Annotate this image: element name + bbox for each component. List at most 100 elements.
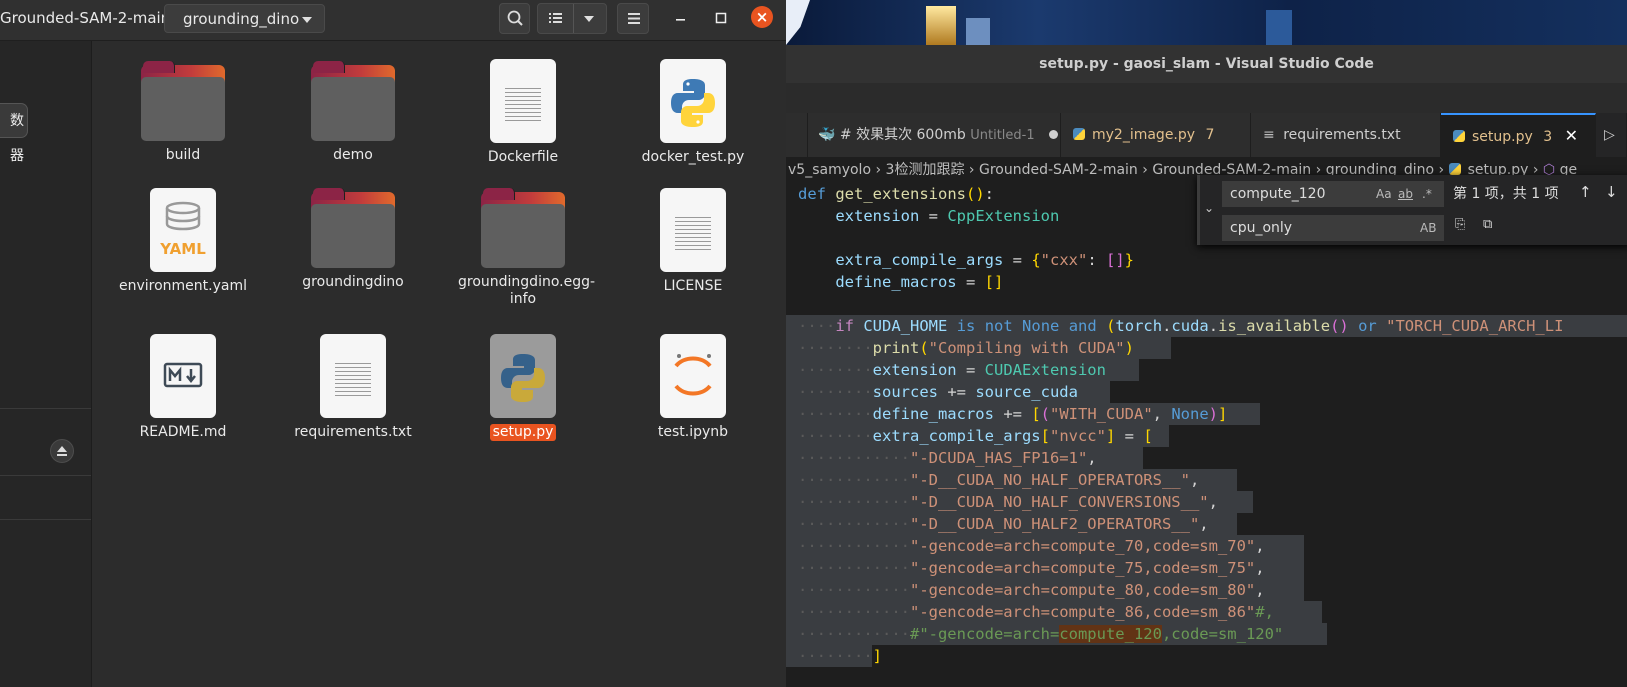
match-case-icon[interactable]: Aa	[1376, 181, 1392, 207]
code-line: ············"-gencode=arch=compute_75,co…	[798, 559, 1265, 577]
tab-setup-py[interactable]: setup.py 3 ✕	[1441, 113, 1596, 157]
code-line: extra_compile_args = {"cxx": []}	[835, 251, 1135, 269]
tab-label: requirements.txt	[1283, 127, 1401, 143]
python-icon	[1073, 128, 1085, 140]
file-item-dockerfile[interactable]: Dockerfile	[448, 59, 598, 166]
python-icon	[1453, 130, 1465, 142]
file-name: docker_test.py	[641, 149, 745, 165]
code-line: define_macros = []	[835, 273, 1004, 291]
replace-input[interactable]: cpu_only AB	[1222, 215, 1444, 241]
file-item-license[interactable]: LICENSE	[618, 188, 768, 295]
regex-icon[interactable]: .*	[1422, 181, 1432, 207]
code-line: ········sources += source_cuda	[798, 383, 1078, 401]
list-view-icon	[549, 13, 562, 23]
problem-count-badge: 7	[1205, 127, 1215, 143]
chevron-right-icon: ›	[875, 162, 882, 178]
breadcrumb-segment[interactable]: v5_samyolo	[788, 162, 871, 178]
maximize-button[interactable]	[710, 7, 732, 29]
play-icon: ▷	[1604, 127, 1615, 143]
file-manager-window: Grounded-SAM-2-main grounding_dino × 数器 …	[0, 0, 786, 687]
tab-overflow	[786, 113, 808, 157]
close-tab-icon[interactable]: ✕	[1565, 126, 1578, 145]
sidebar-tooltip: 数器	[0, 103, 28, 164]
code-line: ············"-DCUDA_HAS_FP16=1",	[798, 449, 1097, 467]
breadcrumb-parent[interactable]: Grounded-SAM-2-main	[0, 4, 170, 33]
next-match-icon[interactable]: ↓	[1605, 183, 1618, 201]
tab-requirements[interactable]: ≡ requirements.txt	[1251, 113, 1441, 157]
yaml-file-icon: YAML	[150, 188, 216, 272]
file-item-docker-test[interactable]: docker_test.py	[618, 59, 768, 166]
jupyter-file-icon	[660, 334, 726, 418]
code-line: ········define_macros += [("WITH_CUDA", …	[798, 405, 1228, 423]
tab-label: # 效果其次 600mb	[839, 127, 966, 143]
svg-text:YAML: YAML	[159, 240, 206, 258]
menu-button[interactable]	[617, 3, 649, 34]
tab-untitled[interactable]: 🐳 # 效果其次 600mb Untitled-1	[808, 113, 1061, 157]
previous-match-icon[interactable]: ↑	[1579, 183, 1592, 201]
file-item-groundingdino[interactable]: groundingdino	[278, 188, 428, 291]
unsaved-dot-icon[interactable]	[1049, 130, 1059, 139]
tab-my2-image[interactable]: my2_image.py 7	[1061, 113, 1251, 157]
file-name: groundingdino.egg-info	[458, 274, 596, 307]
code-line: ············#"-gencode=arch=compute_120,…	[798, 625, 1284, 643]
list-icon: ≡	[1263, 127, 1275, 143]
wallpaper-strip	[786, 0, 1627, 45]
file-item-demo[interactable]: demo	[278, 61, 428, 164]
code-line: ············"-gencode=arch=compute_80,co…	[798, 581, 1265, 599]
tab-description: Untitled-1	[970, 128, 1035, 143]
run-button[interactable]: ▷	[1596, 113, 1627, 157]
file-item-environment-yaml[interactable]: YAML environment.yaml	[108, 188, 258, 295]
file-item-setup-py[interactable]: setup.py	[448, 334, 598, 441]
code-editor[interactable]: def get_extensions(): extension = CppExt…	[786, 183, 1627, 687]
tab-label: setup.py	[1472, 129, 1533, 145]
breadcrumb-segment[interactable]: Grounded-SAM-2-main	[979, 162, 1138, 178]
file-name: requirements.txt	[294, 424, 412, 440]
code-line: ············"-D__CUDA_NO_HALF_OPERATORS_…	[798, 471, 1200, 489]
replace-icon[interactable]: ⎘	[1455, 217, 1465, 232]
preserve-case-icon[interactable]: AB	[1420, 215, 1436, 241]
chevron-down-icon	[302, 17, 312, 23]
code-line: ············"-D__CUDA_NO_HALF2_OPERATORS…	[798, 515, 1209, 533]
maximize-icon	[715, 12, 727, 24]
file-item-readme[interactable]: README.md	[108, 334, 258, 441]
code-line: ········extension = CUDAExtension	[798, 361, 1106, 379]
file-name: Dockerfile	[487, 149, 559, 165]
find-input-value: compute_120	[1230, 186, 1326, 202]
breadcrumb-current[interactable]: grounding_dino	[164, 4, 325, 33]
file-name: demo	[333, 147, 373, 163]
file-item-build[interactable]: build	[108, 61, 258, 164]
code-line: ········]	[798, 647, 882, 665]
text-file-icon	[320, 334, 386, 418]
close-button[interactable]: ×	[751, 6, 773, 28]
folder-icon	[141, 61, 225, 141]
find-replace-widget: ⌄ compute_120 Aa ab .* 第 1 项，共 1 项 ↑ ↓ c…	[1197, 175, 1627, 245]
whole-word-icon[interactable]: ab	[1398, 181, 1413, 207]
view-options-button[interactable]	[537, 3, 607, 34]
find-result-count: 第 1 项，共 1 项	[1453, 186, 1559, 202]
breadcrumb-segment[interactable]: 3检测加跟踪	[886, 162, 965, 178]
file-item-requirements[interactable]: requirements.txt	[278, 334, 428, 441]
breadcrumb-current-label: grounding_dino	[183, 10, 300, 28]
file-item-groundingdino-egg-info[interactable]: groundingdino.egg-info	[448, 188, 598, 308]
markdown-file-icon	[150, 334, 216, 418]
text-file-icon	[490, 59, 556, 143]
search-button[interactable]	[499, 3, 530, 34]
code-line: ············"-gencode=arch=compute_86,co…	[798, 603, 1274, 621]
eject-icon[interactable]	[50, 439, 74, 463]
python-file-icon	[660, 59, 726, 143]
replace-all-icon[interactable]: ⧉	[1483, 217, 1492, 232]
code-line: ············"-gencode=arch=compute_70,co…	[798, 537, 1265, 555]
code-line: extension = CppExtension	[835, 207, 1060, 225]
sidebar-divider	[0, 408, 91, 409]
text-file-icon	[660, 188, 726, 272]
file-item-test-ipynb[interactable]: test.ipynb	[618, 334, 768, 441]
editor-tabs: 🐳 # 效果其次 600mb Untitled-1 my2_image.py 7…	[786, 113, 1627, 157]
toggle-replace-icon[interactable]: ⌄	[1204, 201, 1214, 215]
sidebar-divider	[0, 475, 91, 476]
code-line: ····if CUDA_HOME is not None and (torch.…	[798, 317, 1564, 335]
code-line: ············"-D__CUDA_NO_HALF_CONVERSION…	[798, 493, 1218, 511]
python-icon	[1448, 163, 1461, 175]
find-input[interactable]: compute_120 Aa ab .*	[1222, 181, 1444, 207]
minimize-button[interactable]	[670, 7, 692, 29]
vscode-window: setup.py - gaosi_slam - Visual Studio Co…	[786, 0, 1627, 687]
